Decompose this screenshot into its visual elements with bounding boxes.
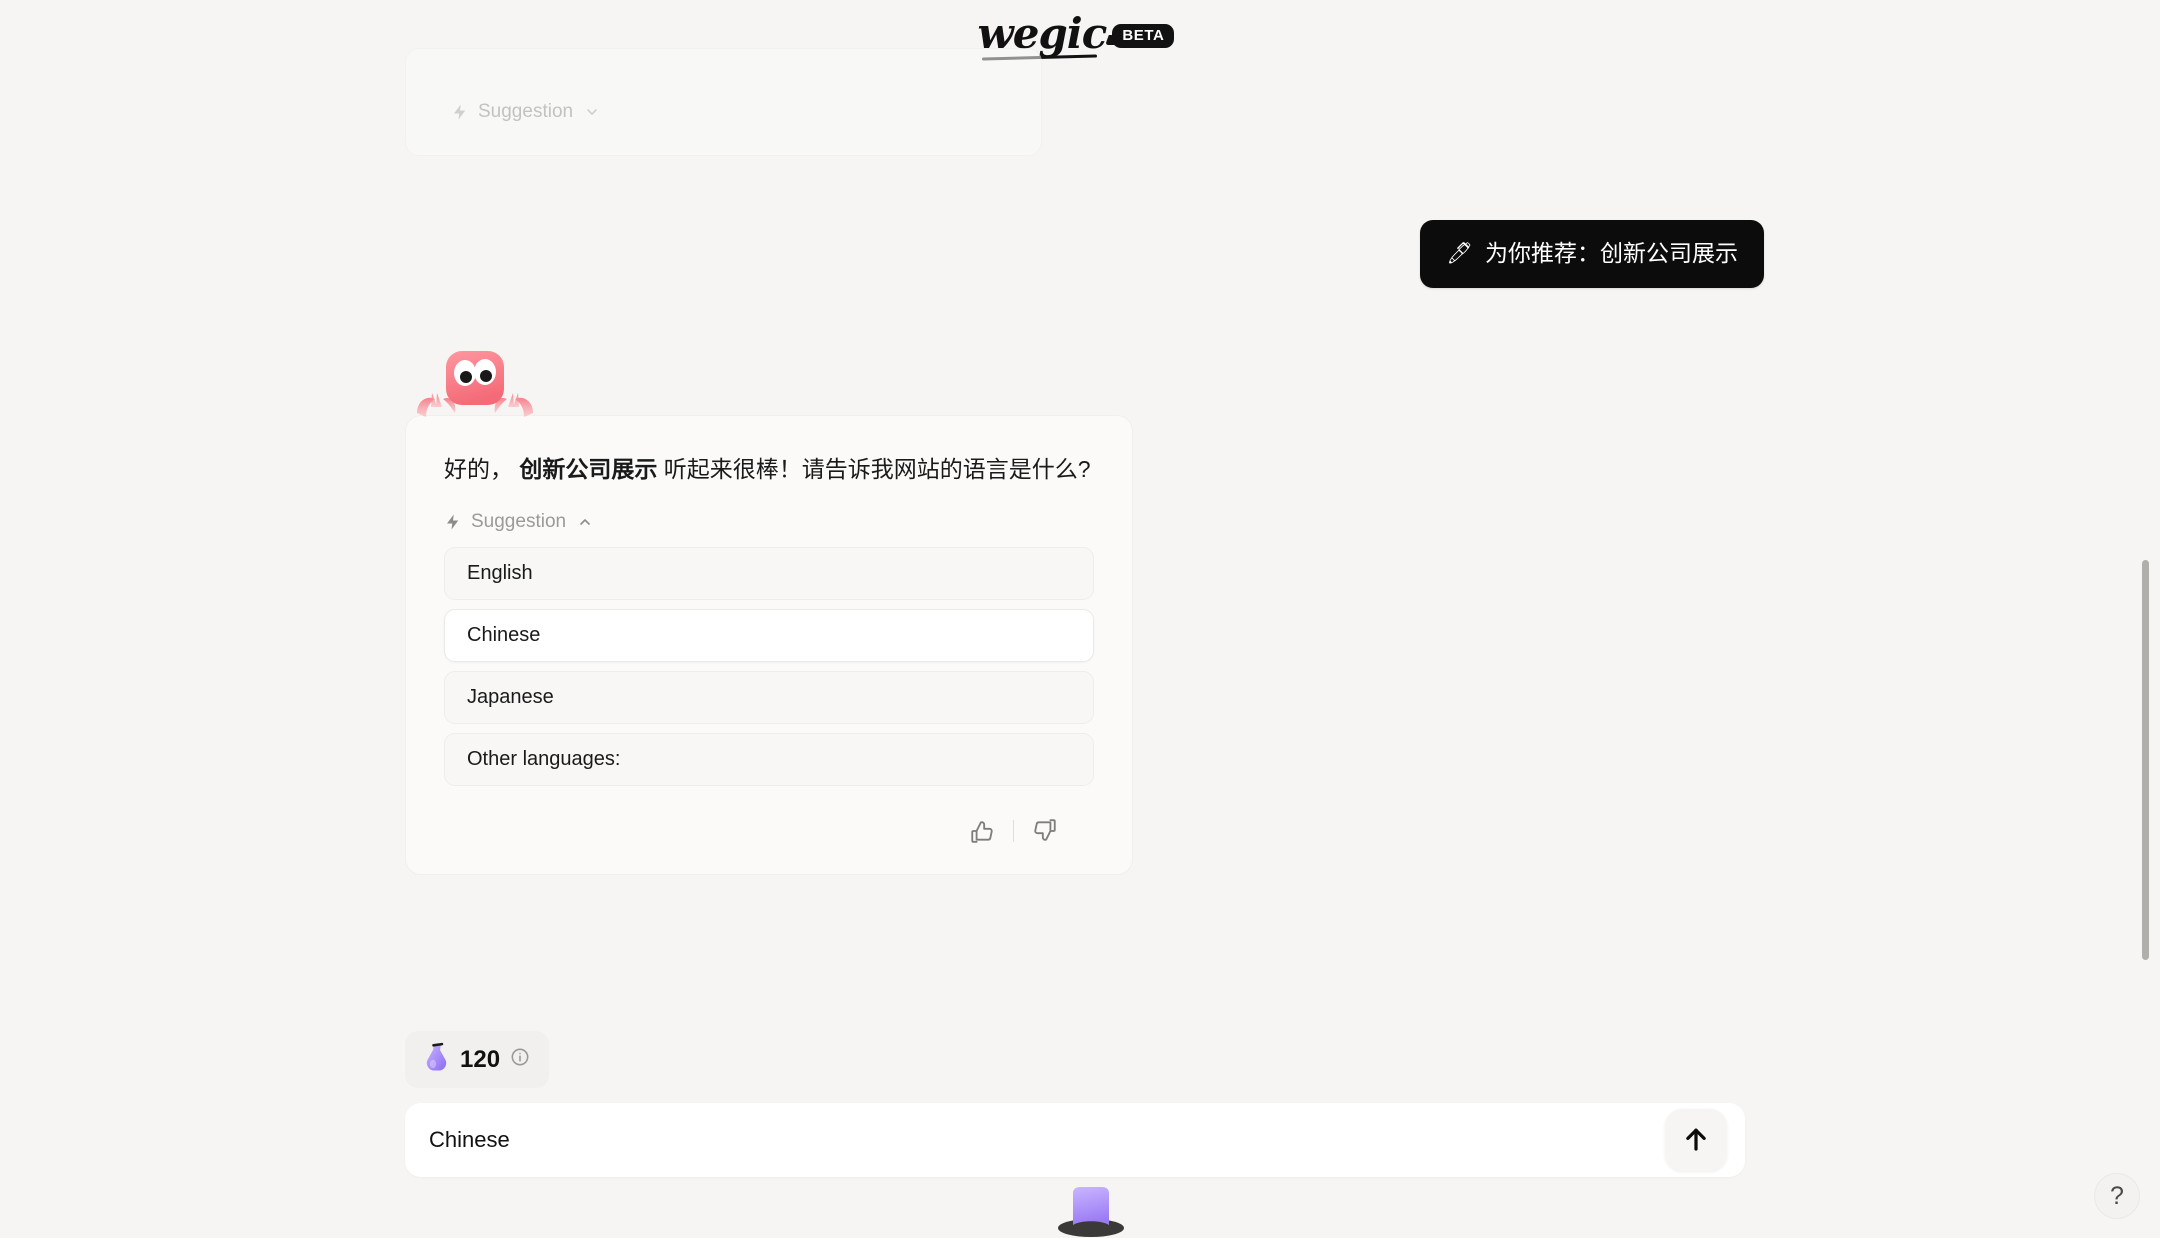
pen-icon: 🖊 (1446, 242, 1473, 266)
lightning-icon (444, 513, 462, 531)
suggestion-option-other-languages[interactable]: Other languages: (444, 732, 1094, 786)
assistant-message-text: 好的， 创新公司展示 听起来很棒！请告诉我网站的语言是什么? (444, 452, 1094, 487)
assistant-text-after: 听起来很棒！请告诉我网站的语言是什么? (663, 456, 1091, 482)
send-button[interactable] (1665, 1109, 1727, 1171)
info-circle-icon[interactable] (510, 1047, 530, 1072)
suggestion-option-japanese[interactable]: Japanese (444, 670, 1094, 724)
help-button[interactable]: ? (2094, 1173, 2140, 1219)
beta-badge: BETA (1112, 24, 1175, 48)
scrollbar-track[interactable] (2140, 70, 2150, 1238)
message-input[interactable] (429, 1127, 1665, 1153)
arrow-up-icon (1681, 1124, 1711, 1157)
assistant-message-card: 好的， 创新公司展示 听起来很棒！请告诉我网站的语言是什么? Suggestio… (405, 415, 1133, 875)
message-feedback (444, 818, 1094, 844)
assistant-text-before: 好的， (444, 456, 513, 482)
user-message-bubble: 🖊 为你推荐：创新公司展示 (1420, 220, 1764, 289)
suggestion-label: Suggestion (478, 101, 574, 122)
assistant-text-bold: 创新公司展示 (519, 456, 658, 482)
app-header: wegic BETA (0, 0, 2160, 70)
thumbs-up-icon[interactable] (969, 818, 995, 844)
message-composer (405, 1103, 1745, 1177)
feedback-divider (1013, 819, 1014, 842)
credits-badge[interactable]: 120 (405, 1031, 550, 1088)
previous-message-card: Suggestion (405, 48, 1042, 156)
user-message-text: 为你推荐：创新公司展示 (1485, 240, 1738, 266)
suggestion-label: Suggestion (471, 510, 567, 532)
user-message-row: 🖊 为你推荐：创新公司展示 (0, 220, 2160, 289)
suggestion-options: English Chinese Japanese Other languages… (444, 546, 1094, 786)
suggestion-toggle-collapsed[interactable]: Suggestion (451, 101, 600, 123)
chevron-up-icon (577, 514, 593, 530)
suggestion-option-english[interactable]: English (444, 546, 1094, 600)
assistant-message-wrap: 好的， 创新公司展示 听起来很棒！请告诉我网站的语言是什么? Suggestio… (405, 351, 1133, 875)
credits-count: 120 (460, 1045, 501, 1073)
chevron-down-icon (584, 104, 600, 120)
lightning-icon (451, 103, 469, 121)
suggestion-toggle[interactable]: Suggestion (444, 511, 593, 533)
potion-bottle-icon (424, 1042, 450, 1077)
scrollbar-thumb[interactable] (2142, 560, 2149, 960)
chat-scroll-area: Suggestion 🖊 为你推荐：创新公司展示 好的， 创新公司展示 听起来很… (0, 48, 2160, 1238)
suggestion-option-chinese[interactable]: Chinese (444, 608, 1094, 662)
question-mark-icon: ? (2110, 1181, 2124, 1210)
thumbs-down-icon[interactable] (1032, 818, 1058, 844)
